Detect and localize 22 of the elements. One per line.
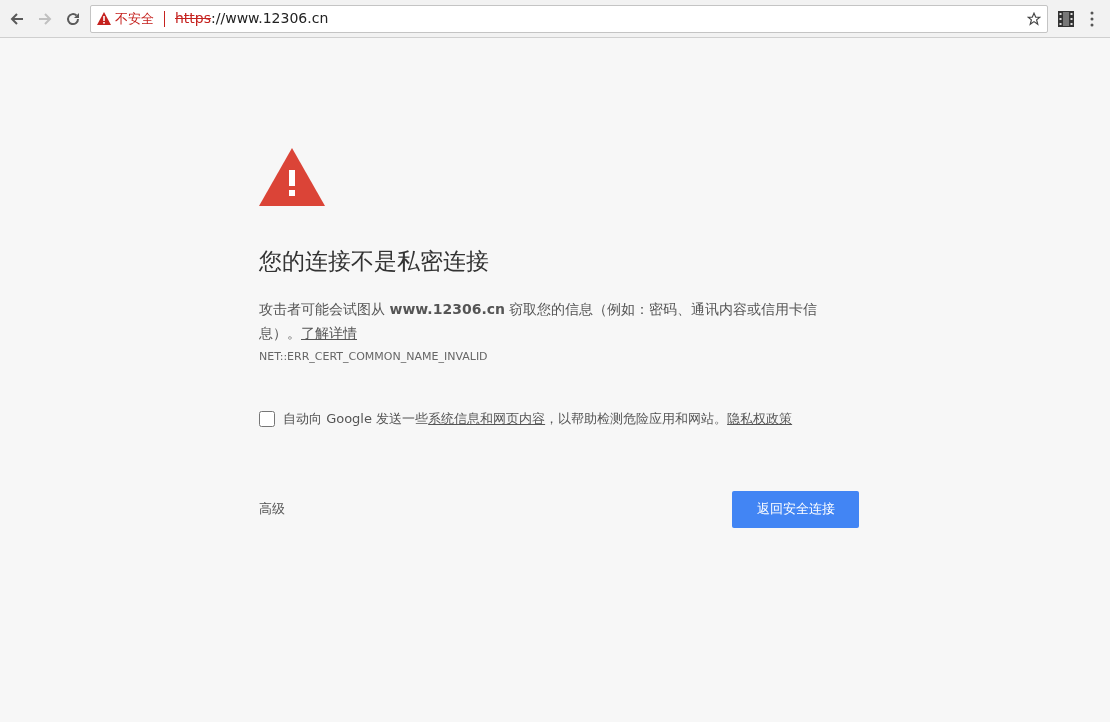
advanced-button[interactable]: 高级 (259, 499, 285, 519)
film-strip-icon[interactable] (1058, 10, 1074, 27)
reload-icon (65, 10, 81, 27)
learn-more-link[interactable]: 了解详情 (301, 324, 357, 341)
bookmark-star-icon[interactable] (1027, 11, 1041, 26)
menu-icon[interactable] (1090, 10, 1094, 27)
security-label: 不安全 (115, 9, 154, 28)
forward-arrow-icon (37, 10, 53, 27)
warning-icon (97, 12, 111, 25)
report-checkbox[interactable] (259, 410, 275, 427)
error-code: NET::ERR_CERT_COMMON_NAME_INVALID (259, 348, 489, 365)
report-checkbox-label: 自动向 Google 发送一些系统信息和网页内容，以帮助检测危险应用和网站。隐私权政策 (283, 410, 793, 428)
privacy-policy-link[interactable]: 隐私权政策 (727, 411, 793, 426)
system-info-link[interactable]: 系统信息和网页内容 (428, 411, 546, 426)
url-scheme: https (175, 9, 212, 28)
warning-triangle-icon (259, 148, 325, 206)
back-arrow-icon (9, 10, 25, 27)
address-bar[interactable]: 不安全 https://www.12306.cn (90, 4, 1048, 33)
error-description: 攻击者可能会试图从 www.12306.cn 窃取您的信息（例如：密码、通讯内容或信用卡信息）。了解详情 (259, 299, 819, 343)
url-text: ://www.12306.cn (211, 9, 329, 28)
error-heading: 您的连接不是私密连接 (259, 247, 490, 276)
back-to-safety-button[interactable]: 返回安全连接 (732, 490, 859, 528)
